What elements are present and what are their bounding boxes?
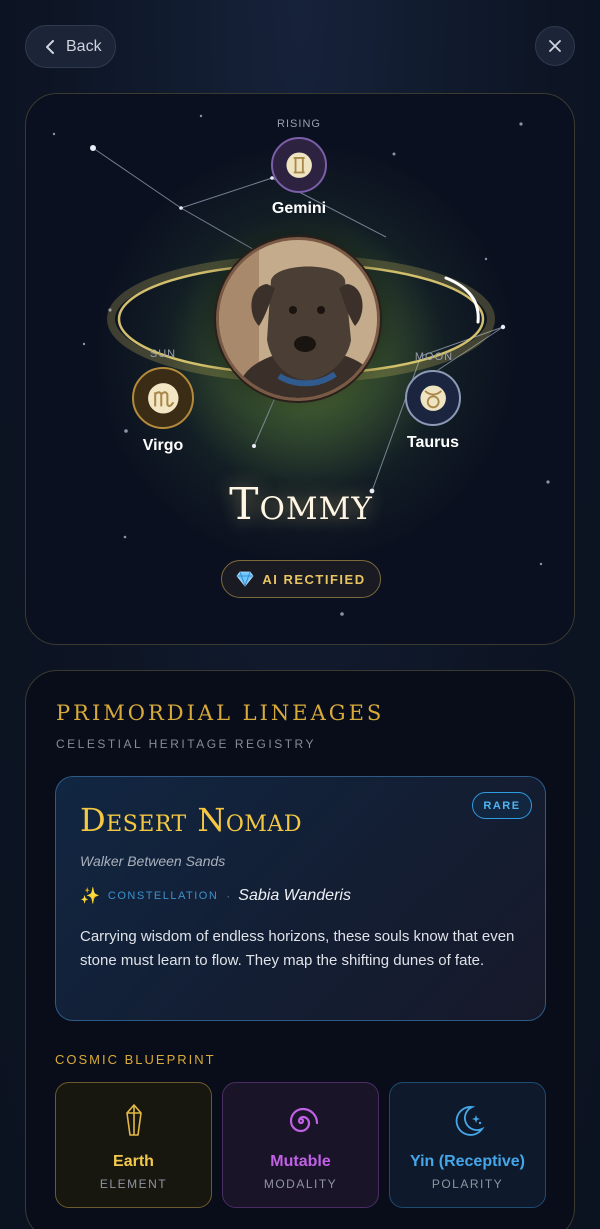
lineage-card-title: Desert Nomad: [80, 801, 302, 839]
lineage-card[interactable]: RARE Desert Nomad Walker Between Sands ✨…: [55, 776, 546, 1021]
virgo-icon: [147, 382, 179, 414]
element-value: Earth: [113, 1153, 154, 1170]
close-button[interactable]: [535, 26, 575, 66]
close-icon: [549, 40, 561, 52]
gemini-icon: [286, 152, 312, 178]
blueprint-polarity-card[interactable]: Yin (Receptive) POLARITY: [389, 1082, 546, 1208]
sun-label: SUN: [149, 348, 177, 360]
dog-photo: [219, 240, 377, 398]
lineage-description: Carrying wisdom of endless horizons, the…: [80, 928, 515, 969]
separator-dot: ·: [226, 889, 231, 903]
chevron-left-icon: [46, 39, 54, 54]
spiral-icon: [289, 1107, 318, 1133]
blueprint-title: COSMIC BLUEPRINT: [55, 1052, 216, 1067]
moon-label: MOON: [414, 351, 454, 363]
crystal-icon: [125, 1104, 142, 1136]
moon-sign-name: Taurus: [406, 434, 460, 451]
constellation-name: Sabia Wanderis: [238, 887, 351, 904]
sparkles-icon: ✨: [80, 888, 100, 905]
gem-icon: [236, 571, 254, 587]
polarity-label: POLARITY: [431, 1177, 504, 1191]
ai-rectified-label: AI RECTIFIED: [262, 571, 366, 587]
moon-stars-icon: [455, 1106, 485, 1136]
rising-label: RISING: [277, 118, 321, 130]
pet-name: Tommy: [229, 479, 373, 530]
natal-chart-card: RISING Gemini SUN Virgo MOON Taurus Tomm…: [25, 93, 575, 645]
back-label: Back: [66, 37, 102, 55]
blueprint-modality-card[interactable]: Mutable MODALITY: [222, 1082, 379, 1208]
rising-sign-badge[interactable]: [271, 137, 327, 193]
moon-sign-badge[interactable]: [405, 370, 461, 426]
back-button[interactable]: Back: [25, 25, 116, 68]
taurus-icon: [420, 385, 446, 411]
lineage-card-subtitle: Walker Between Sands: [80, 853, 226, 869]
lineage-title: PRIMORDIAL LINEAGES: [56, 701, 385, 725]
modality-value: Mutable: [270, 1153, 331, 1170]
sun-sign-name: Virgo: [142, 437, 184, 454]
element-label: ELEMENT: [99, 1177, 168, 1191]
blueprint-element-card[interactable]: Earth ELEMENT: [55, 1082, 212, 1208]
rising-sign-name: Gemini: [271, 200, 327, 217]
polarity-value: Yin (Receptive): [410, 1153, 525, 1170]
pet-avatar: [216, 237, 380, 401]
sun-sign-badge[interactable]: [132, 367, 194, 429]
constellation-label: CONSTELLATION: [107, 890, 219, 902]
modality-label: MODALITY: [263, 1177, 338, 1191]
lineage-panel: PRIMORDIAL LINEAGES CELESTIAL HERITAGE R…: [25, 670, 575, 1229]
ai-rectified-badge[interactable]: AI RECTIFIED: [221, 560, 381, 598]
rarity-badge: RARE: [472, 792, 532, 819]
top-bar: Back: [0, 0, 600, 94]
constellation-row: ✨ CONSTELLATION · Sabia Wanderis: [80, 886, 351, 906]
lineage-subtitle: CELESTIAL HERITAGE REGISTRY: [56, 737, 316, 751]
